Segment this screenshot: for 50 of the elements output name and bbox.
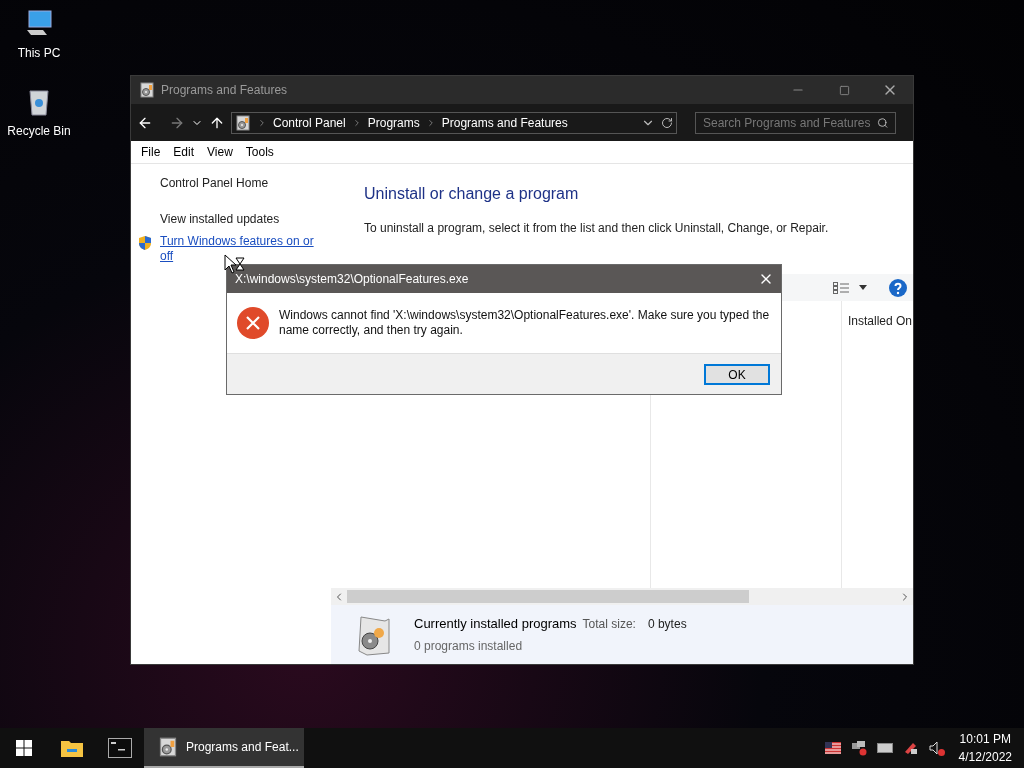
separator-icon xyxy=(257,117,267,128)
instructions-text: To uninstall a program, select it from the list and then click Uninstall, Change, or Repair. xyxy=(364,220,830,237)
total-size-label: Total size: xyxy=(582,616,636,634)
keyboard-icon[interactable] xyxy=(876,742,893,754)
error-message: Windows cannot find 'X:\windows\system32\OptionalFeatures.exe'. Make sure you typed the name correctly, and then try again. xyxy=(279,308,771,338)
search-icon xyxy=(876,116,888,129)
menu-item[interactable]: Edit xyxy=(173,143,195,161)
help-icon[interactable] xyxy=(889,278,907,297)
error-icon xyxy=(237,307,269,339)
ok-button[interactable]: OK xyxy=(704,363,770,385)
window-title: Programs and Features xyxy=(161,82,288,99)
refresh-icon[interactable] xyxy=(661,116,673,129)
details-title: Currently installed programs xyxy=(414,615,577,634)
shield-icon xyxy=(137,235,153,251)
maximize-icon xyxy=(838,84,850,96)
sidebar-link[interactable]: Control Panel Home xyxy=(131,176,331,190)
menu-item[interactable]: Tools xyxy=(245,143,274,161)
desktop-icon-label[interactable]: This PC xyxy=(17,44,61,62)
windows-logo-icon xyxy=(16,740,32,756)
programs-icon xyxy=(158,737,178,757)
network-disconnected-icon[interactable] xyxy=(850,740,867,756)
total-size-value: 0 bytes xyxy=(647,616,687,634)
dialog-title: X:\windows\system32\OptionalFeatures.exe xyxy=(235,271,469,288)
terminal-icon xyxy=(108,738,132,758)
breadcrumb-item[interactable]: Programs and Features xyxy=(441,113,568,132)
breadcrumb-item[interactable]: Programs xyxy=(367,113,420,132)
clock-date[interactable]: 4/12/2022 xyxy=(958,748,1012,766)
column-header[interactable]: Installed On xyxy=(848,314,913,328)
folder-icon xyxy=(60,738,84,758)
scroll-thumb[interactable] xyxy=(347,590,749,603)
menu-item[interactable]: View xyxy=(207,143,233,161)
desktop-icon-label[interactable]: Recycle Bin xyxy=(7,122,71,140)
location-icon xyxy=(235,114,251,131)
menu-item[interactable]: File xyxy=(141,143,161,161)
flag-icon[interactable] xyxy=(824,742,841,754)
page-heading: Uninstall or change a program xyxy=(364,184,580,204)
speaker-muted-icon[interactable] xyxy=(928,740,945,756)
pen-icon[interactable] xyxy=(902,740,919,756)
sidebar-link[interactable]: Turn Windows features on or off xyxy=(160,234,320,264)
programs-count: 0 programs installed xyxy=(414,637,524,655)
dropdown-caret-icon[interactable] xyxy=(859,285,867,290)
address-bar[interactable]: Control Panel Programs Programs and Features xyxy=(231,111,677,134)
breadcrumb-item[interactable]: Control Panel xyxy=(273,113,346,132)
view-options-icon[interactable] xyxy=(833,281,849,294)
sidebar-link[interactable]: View installed updates xyxy=(131,212,331,226)
clock-time[interactable]: 10:01 PM xyxy=(959,730,1011,748)
window-icon xyxy=(139,82,155,98)
taskbar-button[interactable]: Programs and Feat... xyxy=(144,728,304,768)
horizontal-scrollbar[interactable] xyxy=(331,588,913,605)
search-field[interactable]: Search Programs and Features xyxy=(695,111,896,134)
